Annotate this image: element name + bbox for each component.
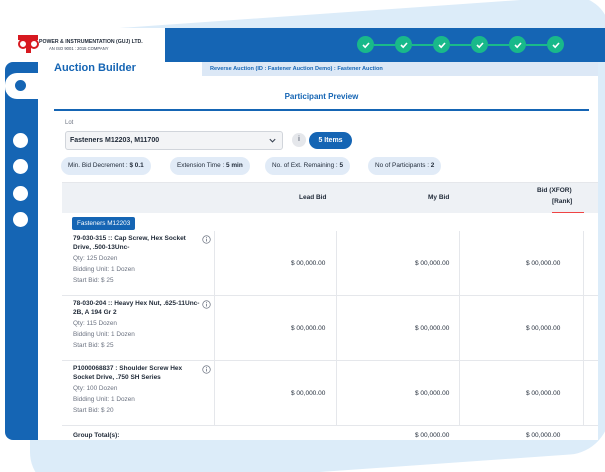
chip-min-bid-decrement: Min. Bid Decrement : $ 0.1 <box>61 157 151 175</box>
chevron-down-icon <box>269 138 276 143</box>
breadcrumb: Reverse Auction (ID : Fastener Auction D… <box>202 62 598 76</box>
chip-extension-time: Extension Time : 5 min <box>170 157 250 175</box>
bid-xfor-cell[interactable]: $ 00,000.00 <box>460 296 584 361</box>
item-title: 79-030-315 :: Cap Screw, Hex Socket Driv… <box>73 235 186 251</box>
sidebar-item-2 <box>13 78 28 93</box>
sidebar-item-active[interactable] <box>5 73 39 99</box>
lead-bid-cell: $ 00,000.00 <box>215 361 337 426</box>
table-row: 79-030-315 :: Cap Screw, Hex Socket Driv… <box>62 231 598 296</box>
item-bidding-unit: Bidding Unit: 1 Dozen <box>73 396 135 403</box>
group-total-bid-xfor: $ 00,000.00 <box>526 432 561 439</box>
step-connector <box>488 43 509 46</box>
lot-select[interactable]: Fasteners M12203, M11700 <box>65 131 283 150</box>
my-bid-cell[interactable]: $ 00,000.00 <box>337 231 460 296</box>
sidebar <box>5 62 38 440</box>
step-connector <box>450 43 471 46</box>
sidebar-item-6[interactable] <box>13 212 28 227</box>
step-connector <box>412 43 433 46</box>
lead-bid-cell: $ 00,000.00 <box>215 231 337 296</box>
step-3-check-icon[interactable] <box>433 36 450 53</box>
item-qty: Qty: 100 Dozen <box>73 385 118 392</box>
items-count-button[interactable]: 5 Items <box>309 132 352 149</box>
lead-bid-cell: $ 00,000.00 <box>215 296 337 361</box>
step-connector <box>526 43 547 46</box>
group-tag: Fasteners M12203 <box>72 217 136 230</box>
step-connector <box>374 43 395 46</box>
tab-participant-preview[interactable]: Participant Preview <box>54 92 589 101</box>
rank-underline <box>552 212 584 213</box>
info-icon[interactable] <box>202 235 211 244</box>
table-row: P1000068837 : Shoulder Screw Hex Socket … <box>62 361 598 426</box>
item-cell: 79-030-315 :: Cap Screw, Hex Socket Driv… <box>62 231 215 296</box>
column-my-bid: My Bid <box>428 194 450 201</box>
step-1-check-icon[interactable] <box>357 36 374 53</box>
item-title: 78-030-204 :: Heavy Hex Nut, .625-11Unc-… <box>73 300 200 316</box>
item-cell: 78-030-204 :: Heavy Hex Nut, .625-11Unc-… <box>62 296 215 361</box>
group-total-label: Group Total(s): <box>73 432 120 439</box>
page-title: Auction Builder <box>54 62 136 74</box>
sidebar-item-4[interactable] <box>13 159 28 174</box>
item-bidding-unit: Bidding Unit: 1 Dozen <box>73 331 135 338</box>
company-logo[interactable]: POWER & INSTRUMENTATION (GUJ) LTD. AN IS… <box>5 28 165 62</box>
table-row: 78-030-204 :: Heavy Hex Nut, .625-11Unc-… <box>62 296 598 361</box>
my-bid-cell[interactable]: $ 00,000.00 <box>337 361 460 426</box>
lot-label: Lot <box>65 120 74 126</box>
chip-ext-remaining: No. of Ext. Remaining : 5 <box>265 157 351 175</box>
column-lead-bid: Lead Bid <box>299 194 327 201</box>
table-header: Lead Bid My Bid Bid (XFOR) [Rank] <box>62 182 598 213</box>
step-6-check-icon[interactable] <box>547 36 564 53</box>
sidebar-item-3[interactable] <box>13 133 28 148</box>
step-4-check-icon[interactable] <box>471 36 488 53</box>
logo-icon <box>18 35 39 53</box>
info-icon[interactable] <box>202 300 211 309</box>
main-panel: Auction Builder Reverse Auction (ID : Fa… <box>38 62 598 440</box>
info-icon[interactable] <box>202 365 211 374</box>
progress-steps <box>357 36 564 53</box>
lot-select-value: Fasteners M12203, M11700 <box>70 137 160 144</box>
column-rank: [Rank] <box>552 198 573 205</box>
item-start-bid: Start Bid: $ 20 <box>73 407 114 414</box>
item-cell: P1000068837 : Shoulder Screw Hex Socket … <box>62 361 215 426</box>
group-total-my-bid: $ 00,000.00 <box>415 432 450 439</box>
bid-xfor-cell[interactable]: $ 00,000.00 <box>460 361 584 426</box>
item-start-bid: Start Bid: $ 25 <box>73 342 114 349</box>
item-qty: Qty: 115 Dozen <box>73 320 117 327</box>
app-header: POWER & INSTRUMENTATION (GUJ) LTD. AN IS… <box>5 28 605 62</box>
bid-table: Lead Bid My Bid Bid (XFOR) [Rank] Fasten… <box>62 182 598 440</box>
chip-participants: No of Participants : 2 <box>368 157 442 175</box>
tab-bar: Participant Preview <box>54 85 589 111</box>
company-tagline: AN ISO 9001 : 2015 COMPANY <box>49 46 109 51</box>
company-name: POWER & INSTRUMENTATION (GUJ) LTD. <box>39 39 143 45</box>
bid-xfor-cell[interactable]: $ 00,000.00 <box>460 231 584 296</box>
step-5-check-icon[interactable] <box>509 36 526 53</box>
item-start-bid: Start Bid: $ 25 <box>73 277 114 284</box>
item-bidding-unit: Bidding Unit: 1 Dozen <box>73 266 135 273</box>
my-bid-cell[interactable]: $ 00,000.00 <box>337 296 460 361</box>
item-qty: Qty: 125 Dozen <box>73 255 118 262</box>
item-title: P1000068837 : Shoulder Screw Hex Socket … <box>73 365 183 381</box>
column-bid-xfor: Bid (XFOR) <box>537 187 572 194</box>
sidebar-item-5[interactable] <box>13 186 28 201</box>
step-2-check-icon[interactable] <box>395 36 412 53</box>
group-total-row: Group Total(s): $ 00,000.00 $ 00,000.00 <box>62 428 598 440</box>
info-button[interactable]: i <box>292 133 306 147</box>
